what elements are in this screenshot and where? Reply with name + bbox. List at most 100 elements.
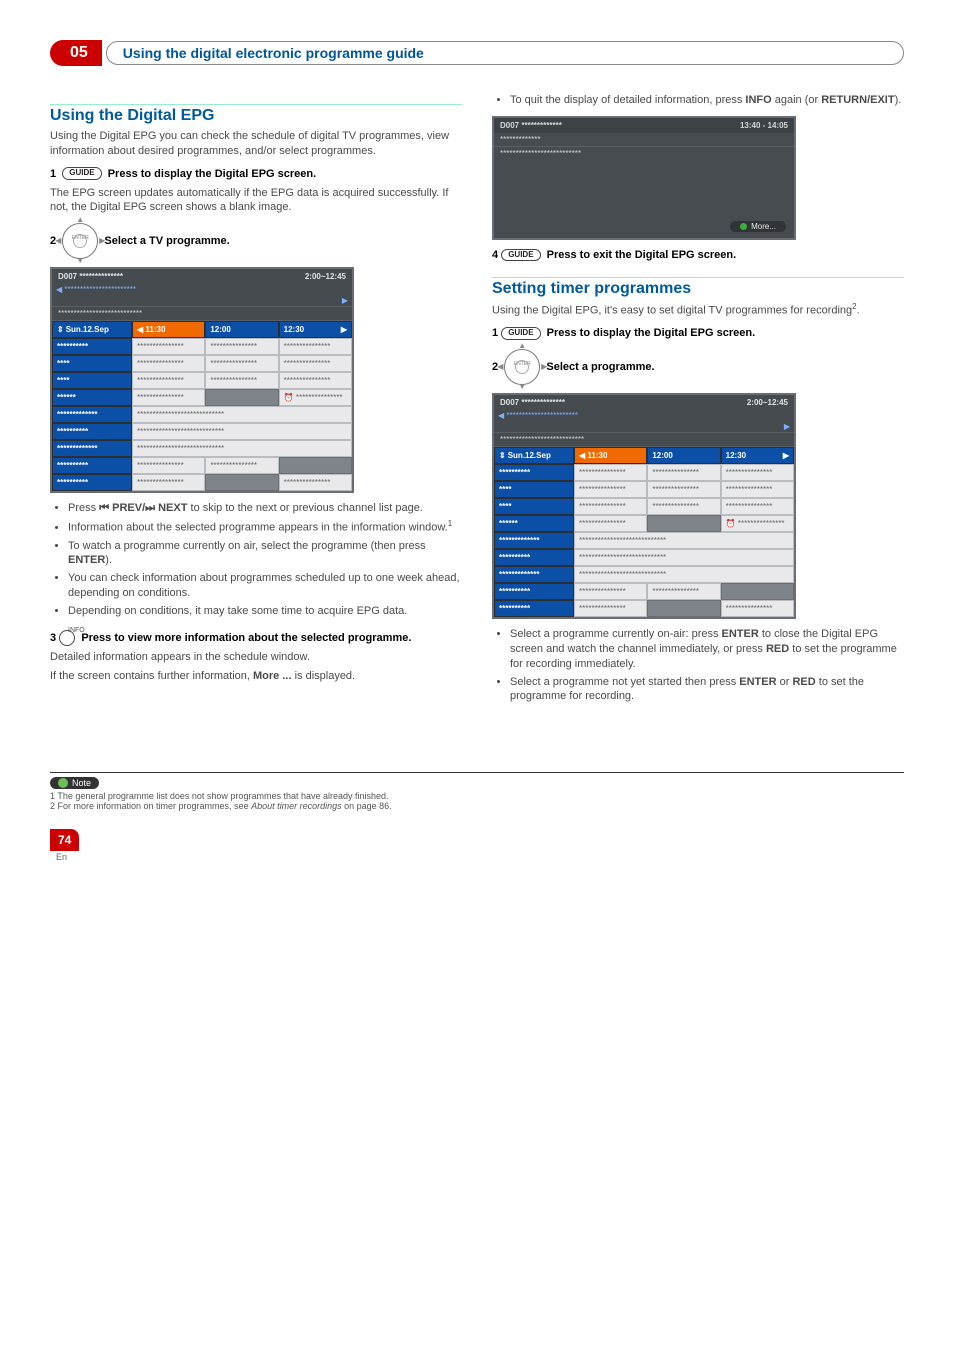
notes-section: Note 1 The general programme list does n… — [50, 772, 904, 811]
epg-col-2: 12:00 — [647, 447, 720, 464]
language-label: En — [56, 852, 67, 862]
step-2: 2 ◀ ▶ ▲ ▼ ENTER Select a TV programme. — [50, 223, 462, 259]
epg-cell: *************** — [132, 457, 205, 474]
epg-sub1: *********************** — [506, 411, 578, 420]
epg-cell: *************** — [279, 474, 352, 491]
epg-row: **** — [52, 372, 132, 389]
info-line: ************************** — [494, 147, 794, 160]
epg-cell: *************** — [132, 355, 205, 372]
left-column: Using the Digital EPG Using the Digital … — [50, 90, 462, 712]
epg-cell: *************** — [647, 481, 720, 498]
epg-cell: *************** — [647, 498, 720, 515]
list-item: Select a programme currently on-air: pre… — [510, 627, 904, 672]
epg-row: **** — [494, 498, 574, 515]
guide-button-icon: GUIDE — [501, 249, 540, 262]
epg-cell: *************** — [132, 389, 205, 406]
nav-disc-icon: ◀ ▶ ▲ ▼ ENTER — [62, 223, 98, 259]
note-2: 2 For more information on timer programm… — [50, 801, 904, 811]
nav-disc-icon: ◀ ▶ ▲ ▼ ENTER — [504, 349, 540, 385]
epg-row: ********** — [494, 549, 574, 566]
epg-col-1: 11:30 — [145, 325, 165, 334]
step1-desc: The EPG screen updates automatically if … — [50, 186, 462, 216]
epg-row: ********** — [52, 474, 132, 491]
list-item: You can check information about programm… — [68, 571, 462, 601]
epg-cell: *************** — [721, 481, 794, 498]
info-line: ************* — [494, 133, 794, 147]
epg-sub2: *************************** — [52, 306, 352, 321]
epg-cell: *************** — [574, 515, 647, 532]
epg-date: Sun.12.Sep — [66, 325, 109, 334]
epg-cell: **************************** — [574, 532, 794, 549]
epg-cell: *************** — [721, 600, 794, 617]
epg-row: ********** — [52, 338, 132, 355]
section-header: 05 Using the digital electronic programm… — [50, 40, 904, 66]
epg-cell: *************** — [574, 583, 647, 600]
epg-date: Sun.12.Sep — [508, 451, 551, 460]
epg-cell: *************** — [205, 372, 278, 389]
epg-row: ********** — [494, 464, 574, 481]
epg-cell: *************** — [132, 338, 205, 355]
epg-cell: **************************** — [132, 440, 352, 457]
epg-row: ************* — [52, 406, 132, 423]
epg-cell — [205, 389, 278, 406]
epg-cell: *************** — [574, 600, 647, 617]
note-icon — [58, 778, 68, 788]
timer-intro: Using the Digital EPG, it's easy to set … — [492, 302, 904, 319]
epg-cell: *************** — [205, 457, 278, 474]
epg-screenshot-2: D007 ************** 2:00~12:45 ◀ *******… — [492, 393, 796, 619]
epg-cell: *************** — [574, 481, 647, 498]
epg-cell: *************** — [205, 338, 278, 355]
epg-row: ********** — [494, 600, 574, 617]
footnote-1: 1 — [448, 519, 452, 528]
epg-col-3: 12:30 — [726, 451, 746, 460]
epg-cell: **************************** — [132, 423, 352, 440]
epg-cell: *************** — [279, 355, 352, 372]
intro-text: Using the Digital EPG you can check the … — [50, 129, 462, 159]
epg-row: ********** — [52, 423, 132, 440]
epg-cell: *************** — [132, 474, 205, 491]
epg-cell: **************************** — [574, 549, 794, 566]
guide-button-icon: GUIDE — [501, 327, 540, 340]
note-1: 1 The general programme list does not sh… — [50, 791, 904, 801]
heading-digital-epg: Using the Digital EPG — [50, 104, 462, 125]
info-label: INFO — [68, 627, 462, 634]
epg-col-3: 12:30 — [284, 325, 304, 334]
epg-cell: *************** — [132, 372, 205, 389]
epg-cell-clock: ⏰ *************** — [279, 389, 352, 406]
list-item: To quit the display of detailed informat… — [510, 93, 904, 108]
epg-col-1: 11:30 — [587, 451, 607, 460]
epg-row: ********** — [52, 457, 132, 474]
epg-cell — [721, 583, 794, 600]
info-time: 13:40 - 14:05 — [740, 121, 788, 130]
step3-desc1: Detailed information appears in the sche… — [50, 650, 462, 665]
epg-cell: *************** — [647, 464, 720, 481]
step-4: 4 GUIDE Press to exit the Digital EPG sc… — [492, 248, 904, 263]
info-channel: D007 ************* — [500, 121, 562, 130]
bullet-list-1: Press ⏮ PREV/⏭ NEXT to skip to the next … — [68, 501, 462, 619]
note-pill: Note — [50, 777, 99, 789]
step4-text: Press to exit the Digital EPG screen. — [547, 249, 737, 261]
epg-cell — [205, 474, 278, 491]
timer-step-2: 2 ◀ ▶ ▲ ▼ ENTER Select a programme. — [492, 349, 904, 385]
epg-cell-clock: ⏰ *************** — [721, 515, 794, 532]
step1-text: Press to display the Digital EPG screen. — [108, 168, 316, 180]
epg-row: ********** — [494, 583, 574, 600]
bullet-list-2: Select a programme currently on-air: pre… — [510, 627, 904, 704]
list-item: Information about the selected programme… — [68, 519, 462, 536]
epg-sub2: *************************** — [494, 432, 794, 447]
epg-cell: *************** — [574, 464, 647, 481]
right-column: To quit the display of detailed informat… — [492, 90, 904, 712]
tstep1-text: Press to display the Digital EPG screen. — [547, 327, 755, 339]
epg-cell: *************** — [721, 498, 794, 515]
epg-channel: D007 ************** — [58, 272, 123, 281]
epg-channel: D007 ************** — [500, 398, 565, 407]
epg-screenshot: D007 ************** 2:00~12:45 ◀ *******… — [50, 267, 354, 493]
heading-timer: Setting timer programmes — [492, 277, 904, 298]
list-item: Depending on conditions, it may take som… — [68, 604, 462, 619]
epg-cell — [279, 457, 352, 474]
tstep2-text: Select a programme. — [546, 361, 654, 373]
list-item: To watch a programme currently on air, s… — [68, 539, 462, 569]
section-title: Using the digital electronic programme g… — [106, 41, 904, 65]
epg-row: **** — [494, 481, 574, 498]
page-number: 74 — [50, 829, 79, 851]
